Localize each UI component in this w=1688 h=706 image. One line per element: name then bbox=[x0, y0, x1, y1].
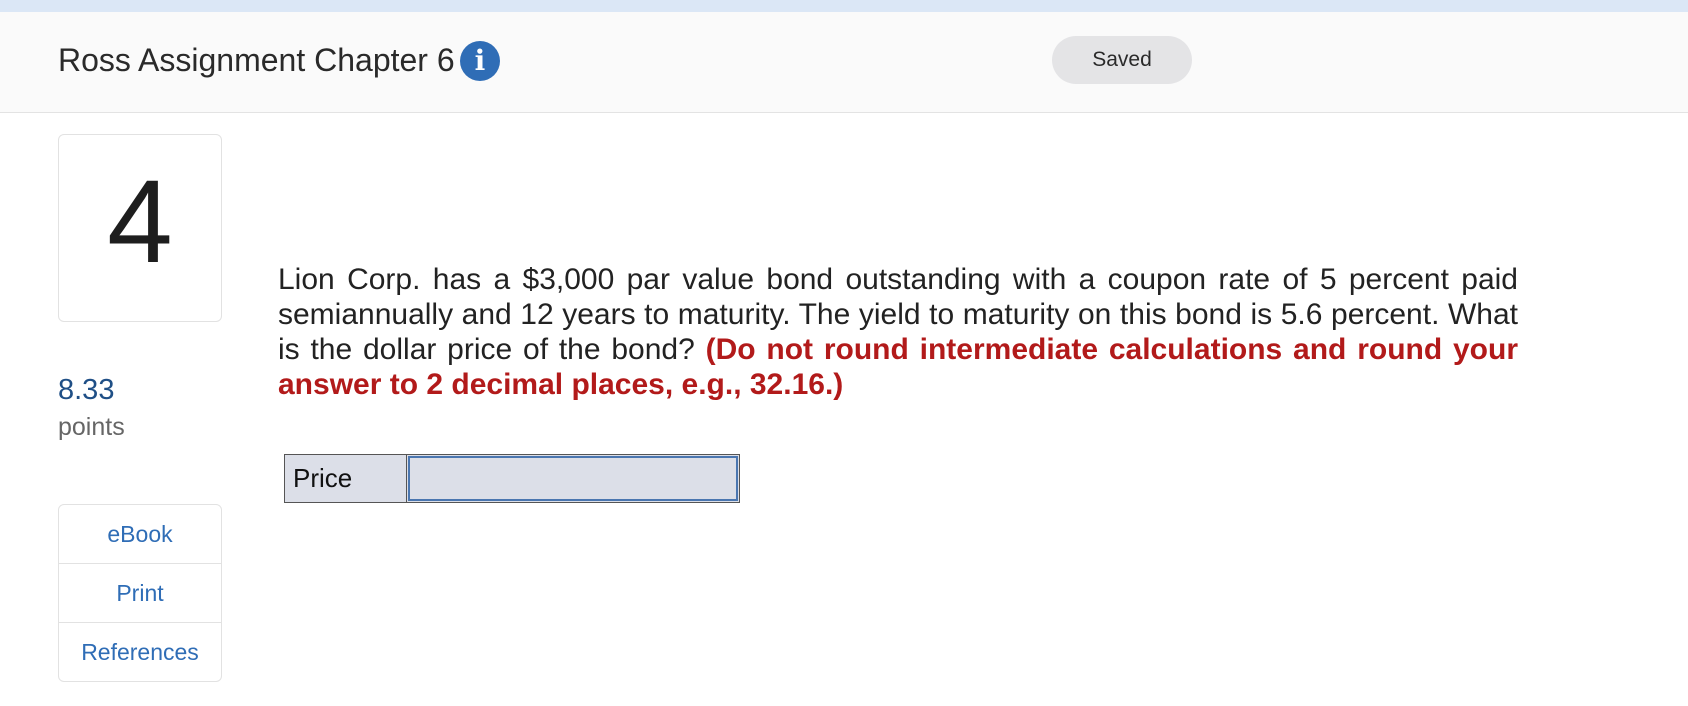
question-text: Lion Corp. has a $3,000 par value bond o… bbox=[278, 262, 1518, 402]
question-tools: eBook Print References bbox=[58, 504, 222, 682]
info-icon[interactable]: i bbox=[460, 41, 500, 81]
ebook-link[interactable]: eBook bbox=[59, 505, 221, 564]
assignment-header: Ross Assignment Chapter 6 i Saved bbox=[0, 12, 1688, 113]
answer-table: Price bbox=[284, 454, 740, 503]
price-input[interactable] bbox=[408, 456, 738, 501]
points-label: points bbox=[58, 413, 125, 441]
question-number-box: 4 bbox=[58, 134, 222, 322]
references-link[interactable]: References bbox=[59, 623, 221, 681]
print-link[interactable]: Print bbox=[59, 564, 221, 623]
assignment-title: Ross Assignment Chapter 6 bbox=[58, 42, 455, 78]
points-value: 8.33 bbox=[58, 374, 115, 406]
price-label: Price bbox=[285, 455, 407, 502]
question-number: 4 bbox=[107, 156, 173, 288]
price-input-cell bbox=[407, 455, 739, 502]
saved-status-badge: Saved bbox=[1052, 36, 1192, 84]
